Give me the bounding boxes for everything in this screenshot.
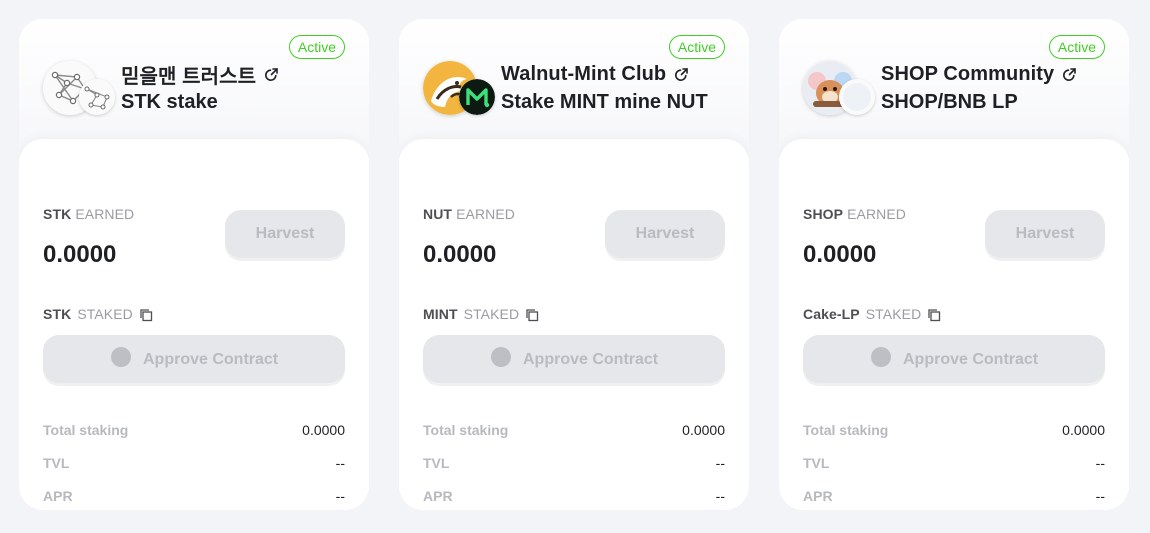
tvl-row: TVL --	[423, 455, 725, 471]
staked-token: STK	[43, 306, 72, 322]
tvl-value: --	[335, 455, 345, 471]
staked-token: MINT	[423, 306, 458, 322]
total-staking-label: Total staking	[803, 422, 889, 438]
external-link-icon[interactable]	[674, 67, 689, 82]
earned-label: SHOP EARNED	[803, 206, 906, 222]
staked-suffix: STAKED	[865, 306, 922, 322]
status-badge: Active	[1048, 35, 1105, 59]
status-badge: Active	[288, 35, 345, 59]
pool-card-list: Active 믿을맨 트러스트 STK stake STK EARNED 0.0…	[19, 19, 1129, 510]
apr-row: APR --	[43, 488, 345, 504]
loading-spinner-icon	[111, 347, 131, 367]
approve-contract-label: Approve Contract	[903, 351, 1039, 368]
pool-logos	[43, 61, 118, 119]
pool-card: Active	[19, 19, 369, 510]
pool-logos	[423, 61, 498, 119]
harvest-button[interactable]: Harvest	[225, 210, 345, 258]
pool-card-header: Active	[779, 19, 1129, 159]
harvest-button[interactable]: Harvest	[605, 210, 725, 258]
external-link-icon[interactable]	[264, 67, 279, 82]
staked-suffix: STAKED	[463, 306, 520, 322]
earned-token: STK	[43, 206, 72, 222]
earned-label: NUT EARNED	[423, 206, 515, 222]
external-link-icon[interactable]	[1062, 67, 1077, 82]
pool-title: SHOP Community	[881, 62, 1055, 85]
loading-spinner-icon	[871, 347, 891, 367]
pool-subtitle: SHOP/BNB LP	[881, 91, 1018, 113]
loading-spinner-icon	[491, 347, 511, 367]
total-staking-row: Total staking 0.0000	[423, 422, 725, 438]
apr-value: --	[335, 488, 345, 504]
pool-card: Active	[779, 19, 1129, 510]
pool-card-header: Active	[19, 19, 369, 159]
tvl-value: --	[1095, 455, 1105, 471]
pool-card: Active	[399, 19, 749, 510]
pool-card-body: SHOP EARNED 0.0000 Harvest Cake-LP STAKE…	[779, 139, 1129, 510]
total-staking-value: 0.0000	[1062, 422, 1105, 438]
staked-label: STK STAKED	[43, 306, 153, 322]
copy-icon[interactable]	[927, 308, 941, 322]
total-staking-label: Total staking	[43, 422, 129, 438]
total-staking-label: Total staking	[423, 422, 509, 438]
pool-subtitle: STK stake	[121, 91, 218, 113]
apr-label: APR	[423, 488, 453, 504]
tvl-label: TVL	[803, 455, 830, 471]
earned-label: STK EARNED	[43, 206, 134, 222]
tvl-value: --	[715, 455, 725, 471]
mint-m-logo-icon	[459, 79, 495, 115]
apr-row: APR --	[803, 488, 1105, 504]
apr-label: APR	[43, 488, 73, 504]
earned-suffix: EARNED	[456, 206, 516, 222]
earned-token: SHOP	[803, 206, 844, 222]
status-badge: Active	[668, 35, 725, 59]
total-staking-row: Total staking 0.0000	[803, 422, 1105, 438]
earned-token: NUT	[423, 206, 453, 222]
total-staking-value: 0.0000	[302, 422, 345, 438]
approve-contract-button[interactable]: Approve Contract	[803, 335, 1105, 383]
earned-value: 0.0000	[803, 241, 877, 268]
approve-contract-button[interactable]: Approve Contract	[43, 335, 345, 383]
pool-title: Walnut-Mint Club	[501, 62, 667, 85]
tvl-label: TVL	[423, 455, 450, 471]
staked-label: MINT STAKED	[423, 306, 539, 322]
pool-subtitle: Stake MINT mine NUT	[501, 91, 708, 113]
total-staking-value: 0.0000	[682, 422, 725, 438]
tvl-row: TVL --	[43, 455, 345, 471]
harvest-button[interactable]: Harvest	[985, 210, 1105, 258]
earned-suffix: EARNED	[75, 206, 135, 222]
pool-titles: Walnut-Mint Club Stake MINT mine NUT	[501, 59, 708, 114]
bnb-lp-logo-icon	[839, 79, 875, 115]
apr-label: APR	[803, 488, 833, 504]
pool-title: 믿을맨 트러스트	[121, 65, 257, 88]
staked-suffix: STAKED	[77, 306, 133, 322]
pool-titles: 믿을맨 트러스트 STK stake	[121, 59, 279, 114]
apr-row: APR --	[423, 488, 725, 504]
staked-label: Cake-LP STAKED	[803, 306, 941, 322]
apr-value: --	[715, 488, 725, 504]
earned-value: 0.0000	[423, 241, 497, 268]
earned-suffix: EARNED	[847, 206, 907, 222]
pool-titles: SHOP Community SHOP/BNB LP	[881, 59, 1077, 114]
total-staking-row: Total staking 0.0000	[43, 422, 345, 438]
apr-value: --	[1095, 488, 1105, 504]
approve-contract-button[interactable]: Approve Contract	[423, 335, 725, 383]
staked-token: Cake-LP	[803, 306, 860, 322]
pool-logos	[803, 61, 878, 119]
pool-card-header: Active	[399, 19, 749, 159]
earned-value: 0.0000	[43, 241, 117, 268]
tvl-label: TVL	[43, 455, 70, 471]
copy-icon[interactable]	[139, 308, 153, 322]
stk-network-small-logo-icon	[79, 79, 115, 115]
copy-icon[interactable]	[525, 308, 539, 322]
approve-contract-label: Approve Contract	[523, 351, 659, 368]
pool-card-body: NUT EARNED 0.0000 Harvest MINT STAKED Ap…	[399, 139, 749, 510]
pool-card-body: STK EARNED 0.0000 Harvest STK STAKED App…	[19, 139, 369, 510]
tvl-row: TVL --	[803, 455, 1105, 471]
approve-contract-label: Approve Contract	[143, 351, 279, 368]
